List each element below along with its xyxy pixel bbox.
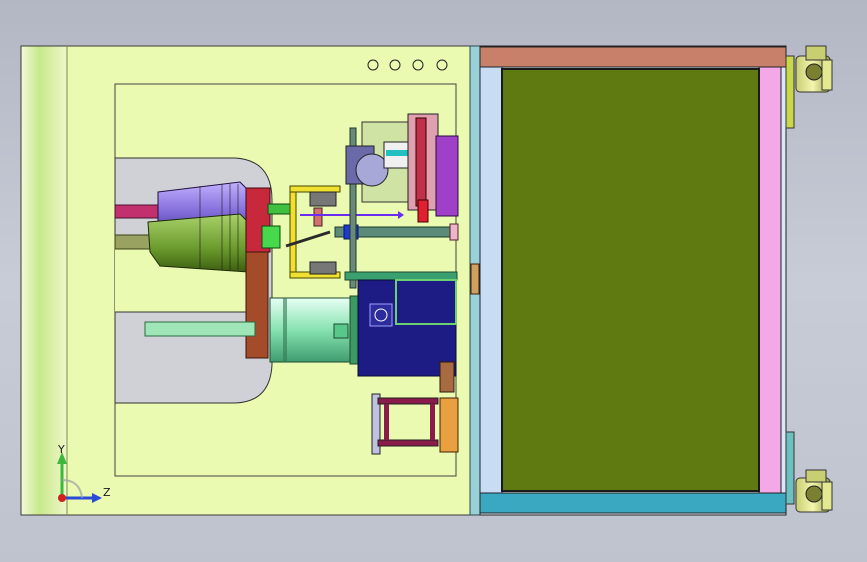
caster-wheel-top[interactable] xyxy=(795,45,833,93)
y-axis-label: Y xyxy=(58,443,65,456)
electrical-cabinet[interactable] xyxy=(479,45,787,516)
cabinet-panel[interactable] xyxy=(501,68,760,492)
cad-model-view[interactable] xyxy=(0,0,867,562)
caster-wheel-bottom[interactable] xyxy=(795,469,833,513)
drive-unit[interactable] xyxy=(344,271,458,393)
cad-graphics-viewport[interactable]: Y Z xyxy=(0,0,867,562)
frame-divider xyxy=(469,45,481,516)
z-axis-label: Z xyxy=(103,486,111,499)
